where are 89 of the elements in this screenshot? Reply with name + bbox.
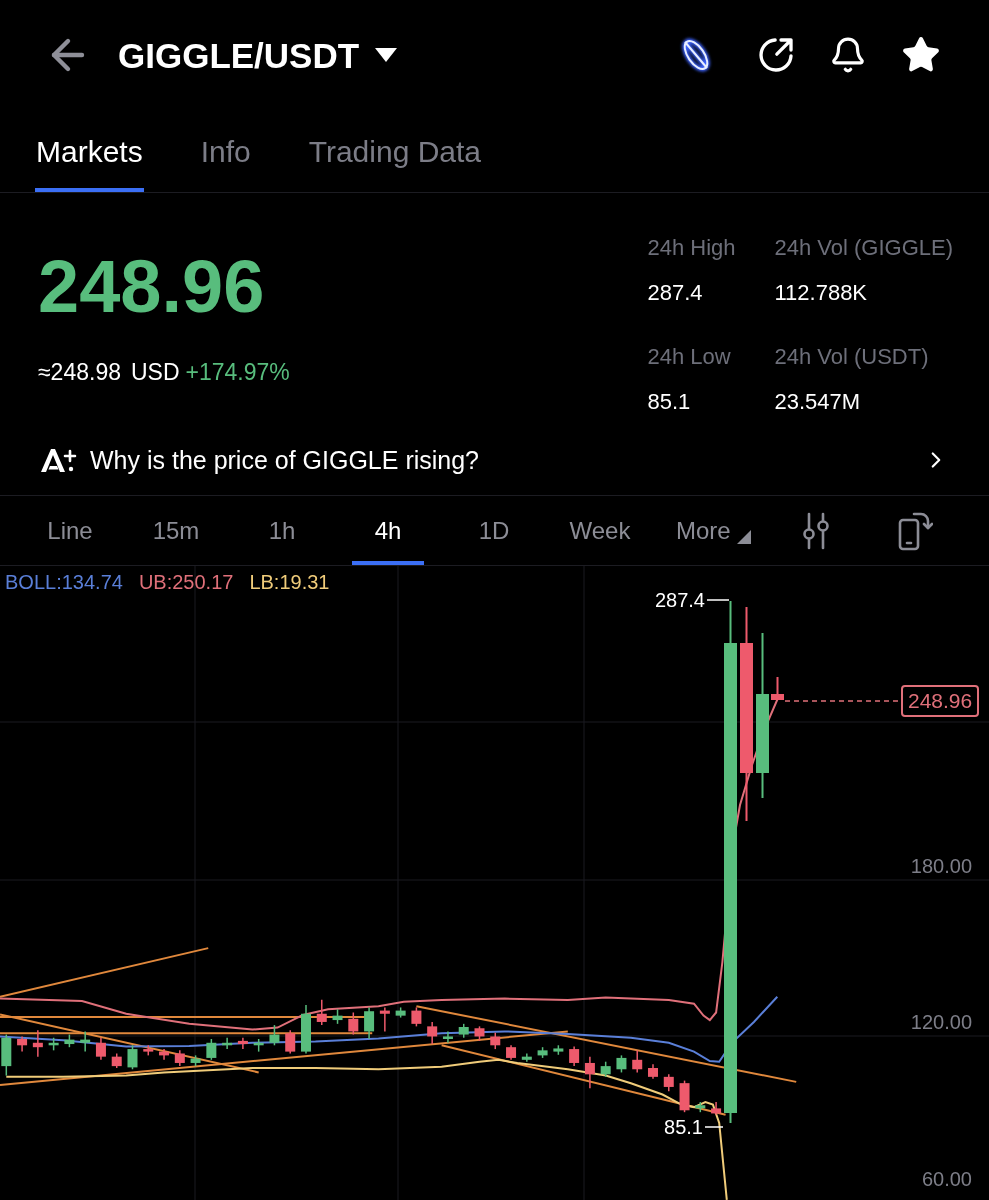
candle: [127, 1044, 138, 1070]
candle: [663, 1073, 674, 1093]
price-axis-label: 180.00: [910, 854, 972, 878]
candle: [379, 1006, 390, 1033]
leader-line: [704, 1126, 724, 1128]
share-icon[interactable]: [756, 35, 796, 75]
stat-value: 85.1: [647, 387, 692, 416]
pair-selector[interactable]: GIGGLE/USDT: [118, 37, 398, 73]
ai-sparkle-icon: [40, 447, 78, 473]
phone-rotate-icon[interactable]: [896, 510, 933, 551]
candle: [364, 1006, 375, 1040]
candle: [474, 1025, 485, 1042]
candle: [80, 1030, 91, 1053]
candle: [301, 1004, 311, 1055]
candle: [395, 1006, 406, 1019]
candle: [1, 1033, 12, 1077]
candle: [490, 1031, 501, 1050]
candle: [64, 1033, 75, 1048]
candle: [95, 1037, 106, 1061]
indicator-value: UB:250.17: [138, 570, 234, 594]
candle: [442, 1030, 453, 1044]
bell-icon[interactable]: [829, 35, 867, 75]
interval-tab[interactable]: 15m: [140, 496, 212, 565]
leader-line: [706, 599, 730, 601]
stat-value: 287.4: [647, 279, 704, 307]
candle: [111, 1052, 122, 1069]
candle: [632, 1049, 643, 1074]
price-change: +174.97%: [185, 358, 290, 386]
candle: [600, 1060, 611, 1078]
sliders-icon[interactable]: [800, 511, 831, 550]
interval-tab[interactable]: 1h: [246, 496, 318, 565]
candle: [48, 1037, 59, 1052]
candle: [427, 1021, 438, 1045]
high-price-label: 287.4: [654, 588, 705, 612]
stat-value: 112.788K: [774, 279, 869, 307]
candle: [648, 1063, 658, 1080]
last-price-tag: 248.96: [901, 685, 980, 717]
candle: [316, 999, 327, 1026]
candle: [269, 1024, 280, 1047]
candle: [206, 1038, 217, 1061]
candle: [285, 1029, 296, 1055]
indicator-value: LB:19.31: [249, 570, 330, 594]
price-axis-label: 120.00: [910, 1010, 972, 1034]
candle: [174, 1049, 185, 1067]
candle: [253, 1038, 264, 1053]
candle: [695, 1101, 706, 1113]
candle: [553, 1044, 564, 1056]
tab[interactable]: Trading Data: [307, 110, 483, 192]
price-axis-label: 60.00: [921, 1167, 972, 1191]
candle: [237, 1037, 248, 1050]
interval-tab[interactable]: 4h: [352, 496, 424, 565]
candle: [584, 1055, 595, 1089]
more-menu-button[interactable]: More: [676, 496, 751, 565]
candle: [222, 1037, 233, 1050]
candle: [711, 1101, 722, 1116]
interval-tab[interactable]: Line: [34, 496, 106, 565]
interval-tab[interactable]: 1D: [458, 496, 530, 565]
tab[interactable]: Info: [199, 110, 252, 192]
usd-unit: USD: [131, 358, 180, 386]
low-price-label: 85.1: [664, 1115, 703, 1139]
candle: [506, 1044, 517, 1061]
candle: [569, 1045, 580, 1067]
candle: [332, 1008, 343, 1025]
indicator-value: BOLL:134.74: [5, 570, 123, 594]
candle: [537, 1046, 548, 1059]
candle: [32, 1029, 43, 1058]
candle: [143, 1044, 154, 1057]
stat-value: 23.547M: [774, 387, 862, 416]
caret-down-icon: [375, 48, 398, 62]
stat-label: 24h Vol (USDT): [774, 342, 930, 371]
last-price: 248.96: [38, 250, 266, 324]
candle: [159, 1048, 170, 1061]
candle: [411, 1006, 422, 1028]
candle: [348, 1011, 359, 1036]
interval-tab[interactable]: Week: [564, 496, 636, 565]
candle: [17, 1035, 28, 1053]
candle: [616, 1054, 627, 1074]
stat-label: 24h High: [647, 234, 737, 262]
insight-link[interactable]: Why is the price of GIGGLE rising?: [90, 447, 480, 473]
candle: [521, 1052, 532, 1063]
tab[interactable]: Markets: [35, 110, 144, 192]
candle: [458, 1023, 469, 1039]
usd-price: ≈248.98: [38, 358, 121, 386]
stat-label: 24h Low: [647, 342, 732, 371]
corner-triangle-icon: [736, 529, 751, 544]
candle: [679, 1079, 690, 1113]
stat-label: 24h Vol (GIGGLE): [774, 234, 953, 262]
candle: [771, 676, 784, 701]
candle: [190, 1054, 201, 1067]
